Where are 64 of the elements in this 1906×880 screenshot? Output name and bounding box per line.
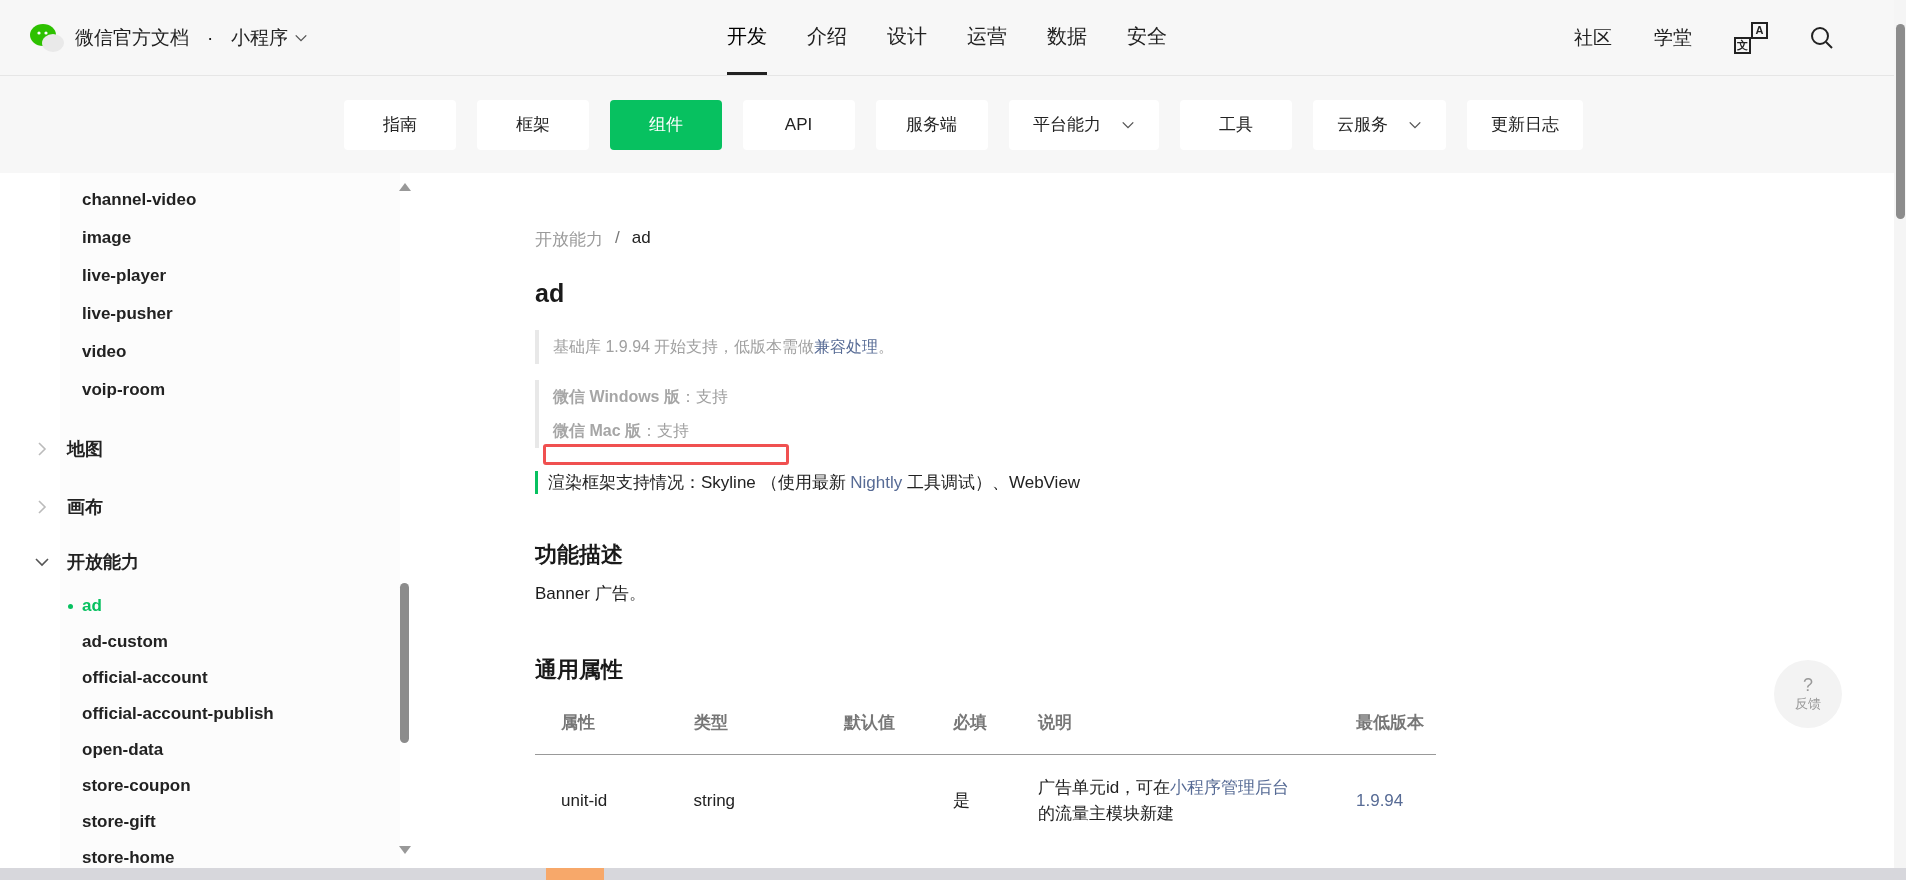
sidebar-item[interactable]: image bbox=[0, 219, 400, 257]
table-cell: 是 bbox=[927, 754, 1012, 847]
sidebar-item[interactable]: store-gift bbox=[0, 804, 400, 840]
table-cell: 广告单元id，可在小程序管理后台 的流量主模块新建 bbox=[1011, 754, 1330, 847]
table-cell: unit-id bbox=[535, 754, 668, 847]
nav-tab[interactable]: 运营 bbox=[967, 0, 1007, 75]
sidebar-item[interactable]: open-data bbox=[0, 732, 400, 768]
nav-tab[interactable]: 设计 bbox=[887, 0, 927, 75]
chat-bubbles-icon[interactable] bbox=[29, 21, 65, 54]
horizontal-scrollbar[interactable] bbox=[0, 868, 1906, 880]
sidebar-item[interactable]: store-home bbox=[0, 840, 400, 868]
table-cell: string bbox=[667, 754, 818, 847]
category-tab[interactable]: 服务端 bbox=[875, 99, 988, 150]
nav-tab[interactable]: 安全 bbox=[1127, 0, 1167, 75]
sidebar-item[interactable]: live-player bbox=[0, 257, 400, 295]
nav-link[interactable]: 学堂 bbox=[1654, 24, 1692, 51]
breadcrumb-separator: / bbox=[615, 228, 620, 249]
sidebar-group[interactable]: 画布 bbox=[67, 495, 103, 519]
scroll-down-icon[interactable] bbox=[399, 846, 411, 854]
section-heading: 通用属性 bbox=[535, 656, 623, 684]
platform-support: 微信 Windows 版：支持 bbox=[553, 387, 729, 407]
nav-link[interactable]: 社区 bbox=[1574, 24, 1612, 51]
section-heading: 功能描述 bbox=[535, 541, 623, 569]
product-dropdown[interactable]: 小程序 bbox=[231, 24, 309, 51]
sidebar-item[interactable]: live-pusher bbox=[0, 295, 400, 333]
sidebar-item[interactable]: channel-video bbox=[0, 181, 400, 219]
sidebar-group[interactable]: 地图 bbox=[67, 437, 103, 461]
site-title[interactable]: 微信官方文档 bbox=[75, 24, 189, 51]
sidebar-group[interactable]: 开放能力 bbox=[67, 550, 139, 574]
scrollbar-thumb[interactable] bbox=[1896, 24, 1905, 219]
nav-tab[interactable]: 介绍 bbox=[807, 0, 847, 75]
column-header: 必填 bbox=[927, 697, 1012, 755]
column-header: 类型 bbox=[667, 697, 818, 755]
category-tab[interactable]: 指南 bbox=[343, 99, 456, 150]
category-tab[interactable]: 工具 bbox=[1179, 99, 1292, 150]
column-header: 属性 bbox=[535, 697, 668, 755]
nightly-link[interactable]: Nightly bbox=[850, 473, 903, 492]
scroll-up-icon[interactable] bbox=[399, 183, 411, 191]
breadcrumb-current: ad bbox=[631, 228, 651, 249]
category-tab[interactable]: 更新日志 bbox=[1466, 99, 1583, 150]
search-icon[interactable] bbox=[1810, 25, 1834, 50]
platform-support: 微信 Mac 版：支持 bbox=[553, 421, 690, 441]
separator-dot: · bbox=[207, 26, 214, 49]
scrollbar-thumb[interactable] bbox=[400, 583, 409, 743]
column-header: 最低版本 bbox=[1330, 697, 1436, 755]
sidebar-item[interactable]: store-coupon bbox=[0, 768, 400, 804]
column-header: 说明 bbox=[1011, 697, 1330, 755]
sidebar-item[interactable]: official-account-publish bbox=[0, 696, 400, 732]
sidebar-item[interactable]: official-account bbox=[0, 660, 400, 696]
category-tab[interactable]: API bbox=[742, 99, 855, 150]
column-header: 默认值 bbox=[817, 697, 928, 755]
category-tab[interactable]: 框架 bbox=[476, 99, 589, 150]
sidebar-item[interactable]: ad-custom bbox=[0, 624, 400, 660]
scrollbar-thumb[interactable] bbox=[546, 868, 604, 880]
description-text: Banner 广告。 bbox=[535, 583, 647, 605]
version-link[interactable]: 1.9.94 bbox=[1330, 754, 1436, 847]
admin-link[interactable]: 小程序管理后台 bbox=[1170, 778, 1290, 797]
category-tab[interactable]: 云服务 bbox=[1312, 99, 1446, 150]
sidebar-item[interactable]: video bbox=[0, 333, 400, 371]
compat-link[interactable]: 兼容处理 bbox=[814, 338, 879, 355]
nav-tab[interactable]: 数据 bbox=[1047, 0, 1087, 75]
page-title: ad bbox=[535, 279, 566, 308]
category-tab[interactable]: 平台能力 bbox=[1008, 99, 1159, 150]
sidebar-item[interactable]: voip-room bbox=[0, 371, 400, 409]
